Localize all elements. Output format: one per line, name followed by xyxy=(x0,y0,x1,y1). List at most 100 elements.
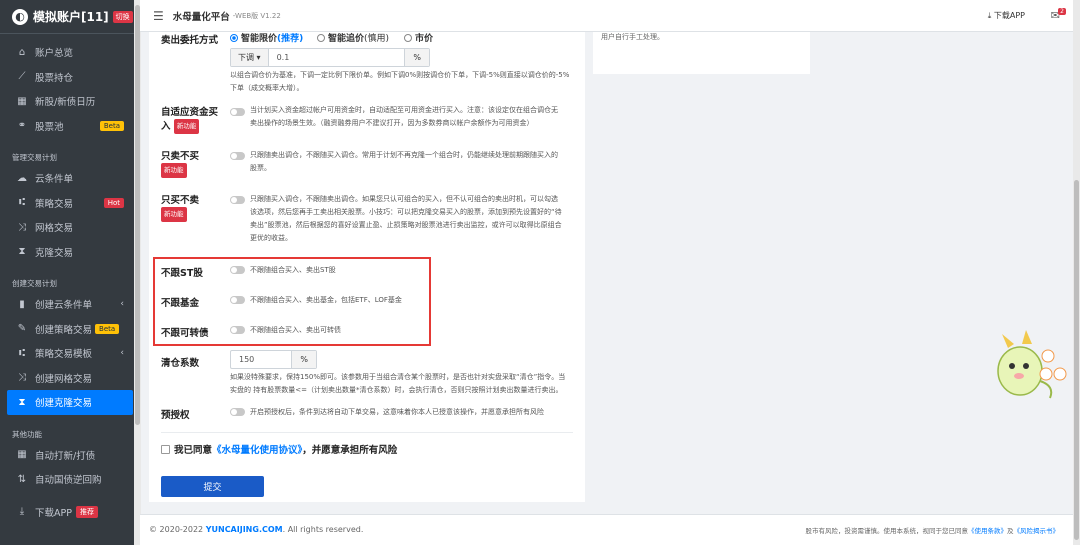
no-fund-label: 不跟基金 xyxy=(161,298,200,309)
no-st-label: 不跟ST股 xyxy=(161,268,203,279)
home-icon: ⌂ xyxy=(18,46,26,58)
sell-only-description: 只跟随卖出调仓，不跟随买入调仓。常用于计划不再克隆一个组合时，仍能继续处理前期跟… xyxy=(250,151,558,172)
risk-disclosure-link[interactable]: 《风险揭示书》 xyxy=(1014,527,1060,535)
brand[interactable]: ◐ 模拟账户[11] 切换 xyxy=(0,0,140,34)
beta-badge: Beta xyxy=(95,323,120,334)
no-st-description: 不跟随组合买入、卖出ST股 xyxy=(250,266,336,274)
new-feature-tag: 新功能 xyxy=(161,163,187,178)
sidebar-item-create-grid[interactable]: ⤨ 创建网格交易 xyxy=(0,366,140,391)
switch-account-button[interactable]: 切换 xyxy=(112,10,133,23)
mail-count-badge: 2 xyxy=(1058,8,1066,15)
radio-unchecked-icon xyxy=(404,33,412,42)
info-card: 用户自行手工处理。 xyxy=(593,32,810,74)
page-scrollbar[interactable] xyxy=(1073,0,1080,545)
hot-badge: Hot xyxy=(103,197,124,208)
cloud-icon: ☁ xyxy=(17,172,27,184)
sidebar-item-holdings[interactable]: ⟋ 股票持仓 xyxy=(0,65,140,90)
risk-notice: 股市有风险，投资需谨慎。使用本系统，视同于您已同意《使用条款》及《风险揭示书》 xyxy=(805,527,1060,535)
platform-title: 水母量化平台 xyxy=(172,11,230,23)
sidebar-item-auto-repo[interactable]: ⇅ 自动国债逆回购 xyxy=(0,467,140,492)
pool-icon: ⚭ xyxy=(17,120,27,132)
pre-auth-toggle[interactable] xyxy=(230,408,245,416)
clear-coefficient-input[interactable]: 150 xyxy=(231,351,291,368)
sidebar-item-ipo-calendar[interactable]: ▦ 新股/新债日历 xyxy=(0,89,140,114)
sell-method-label: 卖出委托方式 xyxy=(161,35,219,46)
grid-icon: ⤨ xyxy=(18,221,26,233)
terms-link[interactable]: 《使用条款》 xyxy=(968,527,1007,535)
radio-checked-icon xyxy=(230,33,238,42)
adaptive-funds-toggle[interactable] xyxy=(230,108,245,116)
download-icon: ⤓ xyxy=(19,506,25,518)
calendar-icon: ▦ xyxy=(17,95,27,107)
download-app-link[interactable]: ⤓ 下载APP xyxy=(988,10,1025,21)
chart-icon: ⟋ xyxy=(18,71,26,83)
new-feature-tag: 新功能 xyxy=(161,207,187,222)
sidebar-item-grid-trade[interactable]: ⤨ 网格交易 xyxy=(0,215,140,240)
no-bond-label: 不跟可转债 xyxy=(161,328,209,339)
pre-auth-description: 开启预授权后，条件到达将自动下单交易，这意味着你本人已授意该操作，并愿意承担所有… xyxy=(250,408,544,416)
sidebar-item-auto-ipo[interactable]: ▦ 自动打新/打债 xyxy=(0,443,140,468)
percent-suffix: % xyxy=(404,49,429,66)
buy-only-toggle[interactable] xyxy=(230,196,245,204)
file-icon: ▮ xyxy=(19,298,25,310)
sidebar-item-create-clone[interactable]: ⧗ 创建克隆交易 xyxy=(7,390,133,415)
sidebar-item-cloud-order[interactable]: ☁ 云条件单 xyxy=(0,166,140,191)
adjust-input-group: 下调 ▾ 0.1 % xyxy=(230,48,430,67)
chevron-left-icon: ‹ xyxy=(120,348,124,359)
submit-button[interactable]: 提交 xyxy=(161,476,264,497)
sell-only-label: 只卖不买 新功能 xyxy=(161,150,199,178)
no-bond-description: 不跟随组合买入、卖出可转债 xyxy=(250,326,341,334)
radio-market-price[interactable]: 市价 xyxy=(404,31,433,44)
adjust-description: 以组合调仓价为基准，下调一定比例下限价单。例如下调0%则按调仓价下单，下调-5%… xyxy=(230,71,570,92)
sell-only-toggle[interactable] xyxy=(230,152,245,160)
dragon-mascot-icon[interactable] xyxy=(990,326,1070,406)
hourglass-icon: ⧗ xyxy=(18,246,26,258)
sidebar-item-strategy-template[interactable]: ⑆ 策略交易模板 ‹ xyxy=(0,341,140,366)
topbar: ☰ 水母量化平台 -WEB版 V1.22 ⤓ 下载APP ✉ 2 xyxy=(140,0,1080,32)
agreement-link[interactable]: 《水母量化使用协议》 xyxy=(212,445,302,456)
sidebar-scrollbar[interactable] xyxy=(134,0,141,545)
radio-unchecked-icon xyxy=(317,33,325,42)
magic-icon: ✎ xyxy=(17,323,27,335)
no-bond-toggle[interactable] xyxy=(230,326,245,334)
info-text: 用户自行手工处理。 xyxy=(601,33,664,41)
clone-trade-form: 卖出委托方式 智能限价 (推荐) 智能追价 (慎用) 市价 下调 ▾ 0.1 % 以… xyxy=(149,32,585,502)
no-st-toggle[interactable] xyxy=(230,266,245,274)
sidebar: ◐ 模拟账户[11] 切换 ⌂ 账户总览 ⟋ 股票持仓 ▦ 新股/新债日历 ⚭ 股票池 B… xyxy=(0,0,140,545)
grid-icon: ⤨ xyxy=(18,372,26,384)
sidebar-item-create-cloud-order[interactable]: ▮ 创建云条件单 ‹ xyxy=(0,292,140,317)
recommend-badge: 推荐 xyxy=(75,505,98,518)
sidebar-item-clone-trade[interactable]: ⧗ 克隆交易 xyxy=(0,240,140,265)
sidebar-item-account-overview[interactable]: ⌂ 账户总览 xyxy=(0,40,140,65)
adjust-direction-select[interactable]: 下调 ▾ xyxy=(231,49,269,66)
nav-header-other: 其他功能 xyxy=(12,429,42,439)
sidebar-item-strategy-trade[interactable]: ⑆ 策略交易 Hot xyxy=(0,191,140,216)
hourglass-icon: ⧗ xyxy=(18,396,26,408)
calendar-icon: ▦ xyxy=(17,449,27,461)
clear-coefficient-group: 150 % xyxy=(230,350,317,369)
template-icon: ⑆ xyxy=(19,347,25,359)
agree-text: 我已同意《水母量化使用协议》，并愿意承担所有风险 xyxy=(174,445,398,456)
no-fund-description: 不跟随组合买入、卖出基金，包括ETF、LOF基金 xyxy=(250,296,402,304)
beta-badge: Beta xyxy=(99,120,124,131)
clear-coefficient-description: 如果没特殊要求，保持150%即可。该参数用于当组合清仓某个股票时，是否也针对实盘… xyxy=(230,373,566,394)
footer: © 2020-2022 YUNCAIJING.COM. All rights r… xyxy=(140,514,1073,545)
strategy-icon: ⑆ xyxy=(19,197,25,209)
sidebar-item-create-strategy[interactable]: ✎ 创建策略交易 Beta xyxy=(0,317,140,342)
radio-smart-chase[interactable]: 智能追价 (慎用) xyxy=(317,31,389,44)
sidebar-item-download-app[interactable]: ⤓ 下载APP 推荐 xyxy=(0,500,140,525)
sort-icon: ⇅ xyxy=(17,473,27,485)
sidebar-item-stock-pool[interactable]: ⚭ 股票池 Beta xyxy=(0,114,140,139)
adjust-value-input[interactable]: 0.1 xyxy=(269,49,405,66)
buy-only-label: 只买不卖 新功能 xyxy=(161,194,199,222)
percent-suffix: % xyxy=(291,351,316,368)
adaptive-funds-description: 当计划买入资金超过帐户可用资金时，自动适配至可用资金进行买入。注意：该设定仅在组… xyxy=(250,106,558,127)
divider xyxy=(161,432,573,433)
menu-toggle-icon[interactable]: ☰ xyxy=(153,9,164,23)
radio-smart-limit[interactable]: 智能限价 (推荐) xyxy=(230,31,303,44)
account-title: 模拟账户[11] xyxy=(33,10,109,24)
adaptive-funds-label: 自适应资金买入 新功能 xyxy=(161,107,219,134)
no-fund-toggle[interactable] xyxy=(230,296,245,304)
agree-checkbox[interactable] xyxy=(161,445,170,454)
brand-link[interactable]: YUNCAIJING.COM xyxy=(206,525,283,534)
